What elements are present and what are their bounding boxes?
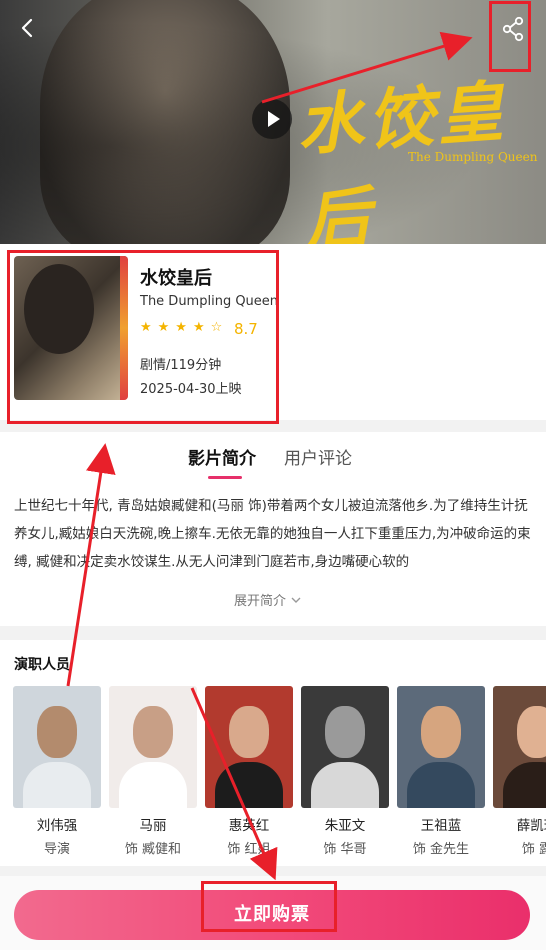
active-tab-indicator xyxy=(208,476,242,479)
cast-role: 饰 露 xyxy=(521,842,546,857)
cast-member[interactable]: 王祖蓝 饰 金先生 xyxy=(397,686,485,857)
cast-photo xyxy=(13,686,101,808)
cast-name: 马丽 xyxy=(139,818,167,834)
chevron-down-icon xyxy=(291,597,301,603)
cast-section-title: 演职人员 xyxy=(14,657,70,673)
cast-role: 饰 金先生 xyxy=(412,842,470,857)
cast-name: 惠英红 xyxy=(228,818,270,834)
cast-name: 朱亚文 xyxy=(324,818,366,834)
cast-role: 导演 xyxy=(43,842,70,857)
annotation-box-movie-info xyxy=(7,250,279,424)
play-icon xyxy=(268,111,280,127)
expand-synopsis-button[interactable]: 展开简介 xyxy=(234,590,302,609)
expand-label: 展开简介 xyxy=(234,594,287,609)
synopsis-section: 影片简介 用户评论 上世纪七十年代, 青岛姑娘臧健和(马丽 饰)带着两个女儿被迫… xyxy=(0,432,546,626)
annotation-box-buy xyxy=(201,881,337,932)
cast-member[interactable]: 马丽 饰 臧健和 xyxy=(109,686,197,857)
trailer-banner[interactable]: 水饺皇后 The Dumpling Queen xyxy=(0,0,546,244)
cast-member[interactable]: 朱亚文 饰 华哥 xyxy=(301,686,389,857)
chevron-left-icon xyxy=(21,18,33,38)
cast-photo xyxy=(301,686,389,808)
annotation-box-share xyxy=(489,1,531,72)
cast-member[interactable]: 刘伟强 导演 xyxy=(13,686,101,857)
cast-role: 饰 红姐 xyxy=(227,842,271,857)
cast-member[interactable]: 薛凯琪 饰 露 xyxy=(493,686,546,857)
cast-role: 饰 臧健和 xyxy=(124,842,182,857)
cast-name: 王祖蓝 xyxy=(420,818,462,834)
tab-synopsis[interactable]: 影片简介 xyxy=(188,444,256,469)
cast-role: 饰 华哥 xyxy=(323,842,367,857)
tab-user-reviews[interactable]: 用户评论 xyxy=(284,444,352,469)
cast-photo xyxy=(109,686,197,808)
cast-photo xyxy=(397,686,485,808)
cast-list[interactable]: 刘伟强 导演 马丽 饰 臧健和 惠英红 饰 红姐 朱亚文 饰 华哥 王祖蓝 饰 … xyxy=(13,686,546,866)
cast-name: 薛凯琪 xyxy=(516,818,546,834)
play-trailer-button[interactable] xyxy=(252,99,292,139)
cast-member[interactable]: 惠英红 饰 红姐 xyxy=(205,686,293,857)
cast-section: 演职人员 刘伟强 导演 马丽 饰 臧健和 惠英红 饰 红姐 朱亚文 饰 华哥 王… xyxy=(0,640,546,866)
synopsis-text: 上世纪七十年代, 青岛姑娘臧健和(马丽 饰)带着两个女儿被迫流落他乡.为了维持生… xyxy=(14,498,531,570)
back-button[interactable] xyxy=(14,14,42,42)
cast-name: 刘伟强 xyxy=(36,818,78,834)
cast-photo xyxy=(493,686,546,808)
cast-photo xyxy=(205,686,293,808)
banner-title-english: The Dumpling Queen xyxy=(408,150,538,164)
